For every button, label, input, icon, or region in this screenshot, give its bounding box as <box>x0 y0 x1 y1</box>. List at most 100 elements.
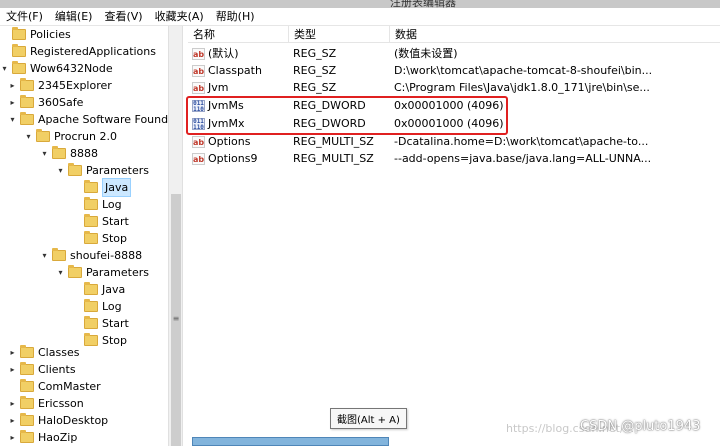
value-type: REG_SZ <box>293 47 337 60</box>
string-value-icon: ab <box>192 81 205 94</box>
tree-toggle[interactable]: ▾ <box>0 64 9 73</box>
tree-item-policies[interactable]: Policies <box>0 26 71 43</box>
tree-toggle[interactable]: ▸ <box>8 433 17 442</box>
grip-icon: ≡ <box>172 314 180 323</box>
menu-favorites[interactable]: 收藏夹(A) <box>149 8 210 26</box>
tree-item-registeredapplications[interactable]: RegisteredApplications <box>0 43 156 60</box>
tree-item-label: Apache Software Foundatio <box>38 113 168 126</box>
folder-icon <box>84 231 98 244</box>
tree-toggle[interactable]: ▾ <box>40 251 49 260</box>
tree-item-procrun[interactable]: ▾ Procrun 2.0 <box>24 128 117 145</box>
string-value-icon: ab <box>192 64 205 77</box>
tree-toggle[interactable]: ▾ <box>8 115 17 124</box>
string-value-icon: ab <box>192 47 205 60</box>
annotation-highlight-box <box>186 96 508 135</box>
tree-scrollbar[interactable]: ≡ <box>168 26 182 446</box>
value-row-default[interactable]: ab (默认) REG_SZ (数值未设置) <box>188 45 720 62</box>
folder-icon <box>20 396 34 409</box>
tree-toggle[interactable]: ▾ <box>56 268 65 277</box>
tree-toggle <box>72 319 81 328</box>
tree-item-log[interactable]: Log <box>72 298 122 315</box>
tree-item-haozip[interactable]: ▸ HaoZip <box>8 429 77 446</box>
folder-icon <box>20 345 34 358</box>
tree-toggle[interactable]: ▸ <box>8 81 17 90</box>
folder-icon <box>20 362 34 375</box>
menu-file[interactable]: 文件(F) <box>0 8 49 26</box>
tree-toggle[interactable]: ▸ <box>8 98 17 107</box>
value-row-classpath[interactable]: ab Classpath REG_SZ D:\work\tomcat\apache… <box>188 62 720 79</box>
tree-item-label: Ericsson <box>38 397 84 410</box>
taskbar-button[interactable] <box>192 437 389 446</box>
tree-item-clients[interactable]: ▸ Clients <box>8 361 76 378</box>
tree-item-label: Policies <box>30 28 71 41</box>
value-name: Jvm <box>208 81 229 94</box>
folder-icon <box>36 129 50 142</box>
value-data: -Dcatalina.home=D:\work\tomcat\apache-to… <box>394 135 649 148</box>
column-header-type[interactable]: 类型 <box>289 26 390 43</box>
menu-edit[interactable]: 编辑(E) <box>49 8 99 26</box>
tree-toggle <box>72 183 81 192</box>
folder-icon <box>84 214 98 227</box>
tree-item-shoufei-8888[interactable]: ▾ shoufei-8888 <box>40 247 142 264</box>
tree-toggle[interactable] <box>8 382 17 391</box>
menu-help[interactable]: 帮助(H) <box>210 8 261 26</box>
tree-item-label: Java <box>102 178 132 197</box>
tree-item-classes[interactable]: ▸ Classes <box>8 344 79 361</box>
folder-icon <box>20 78 34 91</box>
folder-icon <box>12 27 26 40</box>
tree-item-commaster[interactable]: ComMaster <box>8 378 101 395</box>
folder-icon <box>52 146 66 159</box>
tree-item-label: Parameters <box>86 164 149 177</box>
screenshot-tooltip: 截图(Alt + A) <box>330 408 407 429</box>
value-data: D:\work\tomcat\apache-tomcat-8-shoufei\b… <box>394 64 653 77</box>
value-row-options9[interactable]: ab Options9 REG_MULTI_SZ --add-opens=java… <box>188 150 720 167</box>
tree-item-java[interactable]: Java <box>72 281 125 298</box>
tree-toggle[interactable] <box>0 47 9 56</box>
tree-item-start[interactable]: Start <box>72 315 129 332</box>
folder-icon <box>68 265 82 278</box>
folder-icon <box>52 248 66 261</box>
column-header-data[interactable]: 数据 <box>390 26 720 43</box>
tree-item-label: RegisteredApplications <box>30 45 156 58</box>
value-data: --add-opens=java.base/java.lang=ALL-UNNA… <box>394 152 652 165</box>
tree-item-stop[interactable]: Stop <box>72 332 127 349</box>
list-header: 名称 类型 数据 <box>188 26 720 43</box>
tree-item-8888[interactable]: ▾ 8888 <box>40 145 98 162</box>
value-name: Options <box>208 135 251 148</box>
column-header-name[interactable]: 名称 <box>188 26 289 43</box>
tree-item-parameters[interactable]: ▾ Parameters <box>56 162 149 179</box>
tree-item-apache-software-foundation[interactable]: ▾ Apache Software Foundatio <box>8 111 168 128</box>
tree-toggle[interactable]: ▸ <box>8 365 17 374</box>
tree-toggle[interactable]: ▸ <box>8 416 17 425</box>
tree-item-parameters[interactable]: ▾ Parameters <box>56 264 149 281</box>
tree-item-wow6432node[interactable]: ▾ Wow6432Node <box>0 60 113 77</box>
tree-toggle[interactable]: ▾ <box>24 132 33 141</box>
menu-view[interactable]: 查看(V) <box>98 8 148 26</box>
window-title: 注册表编辑器 <box>390 0 456 8</box>
tree-item-log[interactable]: Log <box>72 196 122 213</box>
tree-item-360safe[interactable]: ▸ 360Safe <box>8 94 83 111</box>
tree-item-label: 360Safe <box>38 96 84 109</box>
tree-toggle[interactable] <box>0 30 9 39</box>
tree-item-label: 8888 <box>70 147 98 160</box>
tree-item-stop[interactable]: Stop <box>72 230 127 247</box>
tree-item-java-selected[interactable]: Java <box>72 178 132 197</box>
tree-item-ericsson[interactable]: ▸ Ericsson <box>8 395 84 412</box>
tree-toggle[interactable]: ▾ <box>56 166 65 175</box>
tree-item-start[interactable]: Start <box>72 213 129 230</box>
tree-item-label: 2345Explorer <box>38 79 112 92</box>
value-row-jvm[interactable]: ab Jvm REG_SZ C:\Program Files\Java\jdk1.… <box>188 79 720 96</box>
value-data: C:\Program Files\Java\jdk1.8.0_171\jre\b… <box>394 81 650 94</box>
tree-item-halodesktop[interactable]: ▸ HaloDesktop <box>8 412 108 429</box>
folder-icon <box>84 316 98 329</box>
value-row-options[interactable]: ab Options REG_MULTI_SZ -Dcatalina.home=D… <box>188 133 720 150</box>
tree-item-label: HaloDesktop <box>38 414 109 427</box>
tree-item-label: Log <box>102 300 122 313</box>
tree-item-2345explorer[interactable]: ▸ 2345Explorer <box>8 77 112 94</box>
values-list: 名称 类型 数据 ab (默认) REG_SZ (数值未设置) ab Classpa… <box>188 26 720 446</box>
tree-toggle[interactable]: ▸ <box>8 348 17 357</box>
tree-toggle[interactable]: ▸ <box>8 399 17 408</box>
tree-toggle[interactable]: ▾ <box>40 149 49 158</box>
tree-item-label: Wow6432Node <box>30 62 113 75</box>
folder-icon <box>20 430 34 443</box>
